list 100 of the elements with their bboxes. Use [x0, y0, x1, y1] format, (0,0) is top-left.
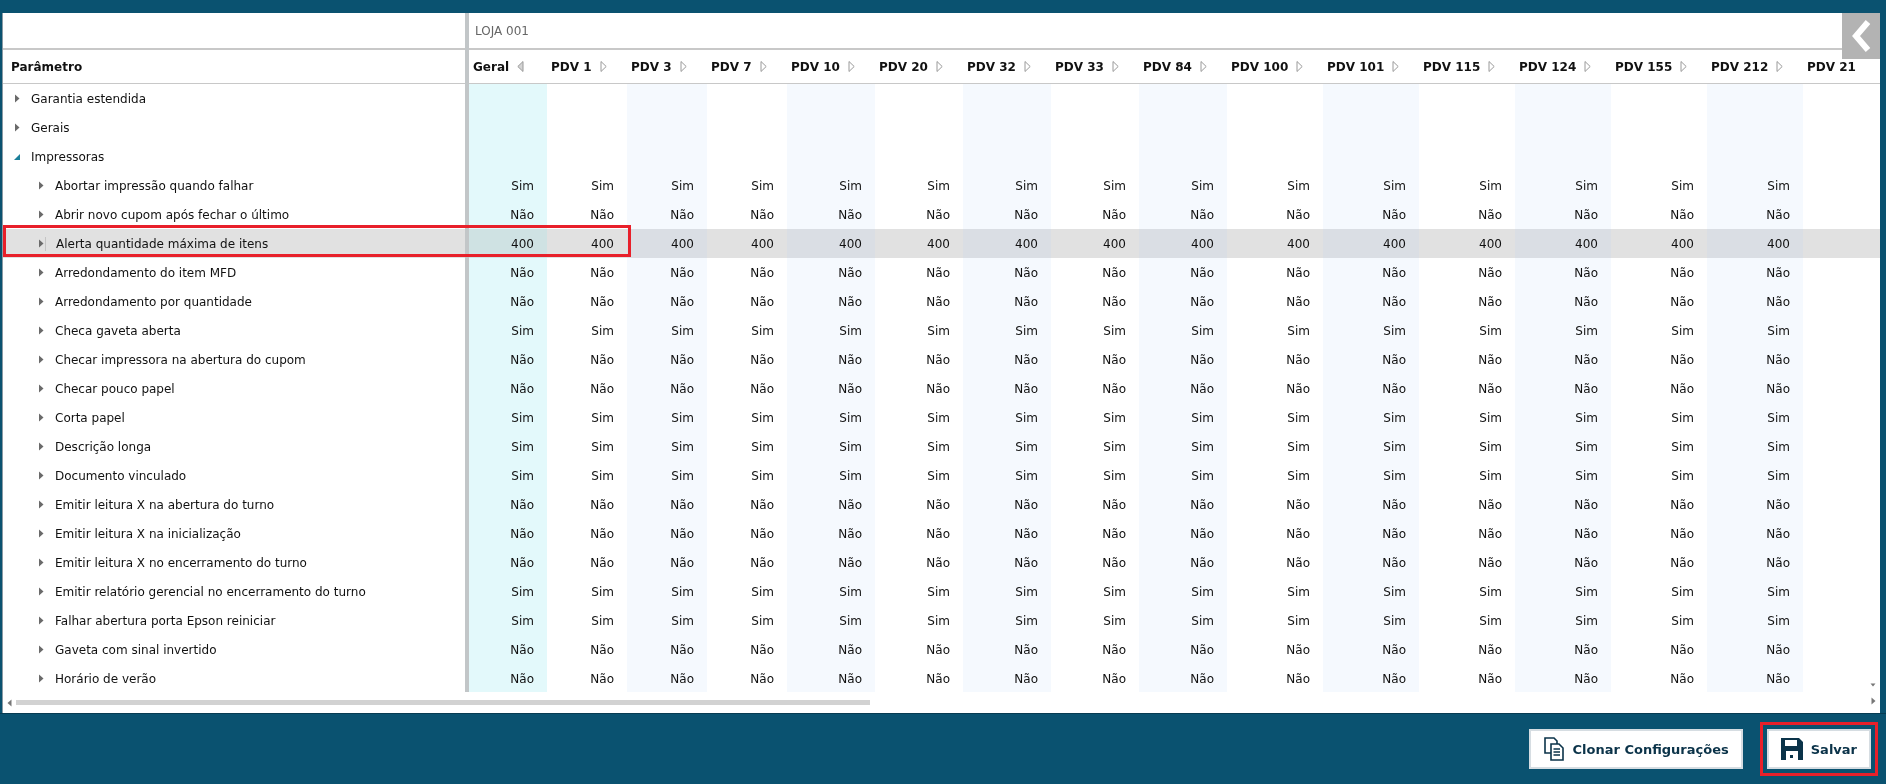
column-header[interactable]: PDV 101: [1323, 49, 1419, 84]
expand-caret-icon[interactable]: [13, 123, 21, 132]
expand-caret-icon[interactable]: [37, 210, 45, 219]
expand-caret-icon[interactable]: [37, 587, 45, 596]
expand-caret-icon[interactable]: [37, 529, 45, 538]
column-header[interactable]: PDV 212: [1707, 49, 1803, 84]
table-cell: Não: [547, 664, 627, 692]
table-cell: 400: [875, 229, 963, 258]
column-header[interactable]: PDV 1: [547, 49, 627, 84]
column-header[interactable]: PDV 3: [627, 49, 707, 84]
expand-caret-icon[interactable]: [37, 268, 45, 277]
table-cell: Não: [547, 345, 627, 374]
table-cell: Sim: [467, 606, 547, 635]
table-cell: Não: [1707, 664, 1803, 692]
table-cell: Não: [547, 490, 627, 519]
table-row[interactable]: Horário de verão Não Não Não Não Não Não Não Não Não Não Não Não Não Não Não: [3, 664, 1880, 692]
scroll-right-icon[interactable]: [1871, 697, 1876, 705]
column-header[interactable]: PDV 155: [1611, 49, 1707, 84]
expand-caret-icon[interactable]: [37, 326, 45, 335]
expand-caret-icon[interactable]: [37, 413, 45, 422]
table-cell: Não: [875, 258, 963, 287]
table-cell: Não: [1051, 374, 1139, 403]
table-cell: Não: [467, 287, 547, 316]
expand-caret-icon[interactable]: [37, 500, 45, 509]
column-header[interactable]: PDV 32: [963, 49, 1051, 84]
table-cell: Sim: [1051, 606, 1139, 635]
column-header[interactable]: Geral: [467, 49, 547, 84]
table-cell: Sim: [1227, 432, 1323, 461]
table-cell: Não: [875, 374, 963, 403]
table-cell: Não: [1419, 635, 1515, 664]
parameter-label: Emitir leitura X na abertura do turno: [54, 497, 275, 512]
table-cell: Não: [1139, 664, 1227, 692]
table-cell: Sim: [1227, 606, 1323, 635]
parameter-label: Alerta quantidade máxima de itens: [45, 236, 269, 251]
table-cell: 400: [547, 229, 627, 258]
table-cell: Não: [1051, 287, 1139, 316]
table-cell: Sim: [707, 606, 787, 635]
table-cell: Não: [963, 374, 1051, 403]
parameter-label: Impressoras: [30, 149, 105, 164]
expand-caret-icon[interactable]: [37, 384, 45, 393]
expand-caret-icon[interactable]: [37, 181, 45, 190]
expand-caret-icon[interactable]: [37, 471, 45, 480]
expand-caret-icon[interactable]: [13, 94, 21, 103]
parameter-label: Checa gaveta aberta: [54, 323, 181, 338]
table-cell: Não: [627, 345, 707, 374]
expand-caret-icon[interactable]: [37, 616, 45, 625]
table-cell: Não: [1323, 490, 1419, 519]
chevron-left-icon: [1851, 19, 1871, 53]
table-cell: Sim: [963, 606, 1051, 635]
clone-button[interactable]: Clonar Configurações: [1528, 729, 1743, 769]
table-cell: Não: [1611, 548, 1707, 577]
table-cell: Sim: [707, 171, 787, 200]
column-header[interactable]: PDV 20: [875, 49, 963, 84]
expand-caret-icon[interactable]: [37, 442, 45, 451]
table-cell: Não: [1707, 287, 1803, 316]
table-cell: Não: [1139, 548, 1227, 577]
parameter-label: Checar impressora na abertura do cupom: [54, 352, 306, 367]
table-cell: Não: [1515, 490, 1611, 519]
expand-caret-icon[interactable]: [37, 558, 45, 567]
expand-caret-icon[interactable]: [37, 297, 45, 306]
table-cell: Não: [707, 258, 787, 287]
expand-caret-icon[interactable]: [37, 674, 45, 683]
scroll-down-icon[interactable]: [1870, 683, 1876, 687]
table-cell: Não: [963, 519, 1051, 548]
column-header[interactable]: PDV 124: [1515, 49, 1611, 84]
table-cell: Não: [707, 345, 787, 374]
table-cell: Não: [467, 490, 547, 519]
expand-caret-icon[interactable]: [37, 239, 45, 248]
expand-caret-icon[interactable]: [13, 152, 21, 161]
table-cell: Sim: [547, 316, 627, 345]
table-cell: Não: [787, 664, 875, 692]
table-cell: Sim: [467, 432, 547, 461]
table-cell: Sim: [787, 577, 875, 606]
table-cell: Sim: [875, 461, 963, 490]
save-button[interactable]: Salvar: [1766, 729, 1871, 769]
column-header[interactable]: PDV 100: [1227, 49, 1323, 84]
scroll-left-icon[interactable]: [7, 698, 12, 707]
table-row[interactable]: Alerta quantidade máxima de itens 400 400 400 400 400 400 400 400 400 400 400 400 400 400 400: [3, 229, 1880, 258]
table-cell: Sim: [1051, 403, 1139, 432]
table-cell: Não: [1139, 258, 1227, 287]
table-cell: Não: [1515, 664, 1611, 692]
table-cell: Sim: [627, 316, 707, 345]
table-cell: Sim: [1139, 606, 1227, 635]
scrollbar-thumb[interactable]: [16, 700, 870, 705]
table-cell: Sim: [963, 577, 1051, 606]
table-cell: Sim: [963, 432, 1051, 461]
column-header[interactable]: PDV 10: [787, 49, 875, 84]
table-cell: Não: [627, 490, 707, 519]
column-header[interactable]: PDV 115: [1419, 49, 1515, 84]
table-cell: Não: [875, 635, 963, 664]
table-cell: Não: [1419, 548, 1515, 577]
column-header[interactable]: PDV 7: [707, 49, 787, 84]
column-header[interactable]: PDV 33: [1051, 49, 1139, 84]
column-header[interactable]: PDV 84: [1139, 49, 1227, 84]
table-cell: Sim: [627, 606, 707, 635]
expand-caret-icon[interactable]: [37, 355, 45, 364]
expand-caret-icon[interactable]: [37, 645, 45, 654]
table-cell: Não: [1515, 258, 1611, 287]
table-cell: Não: [875, 287, 963, 316]
table-cell: Sim: [1419, 577, 1515, 606]
